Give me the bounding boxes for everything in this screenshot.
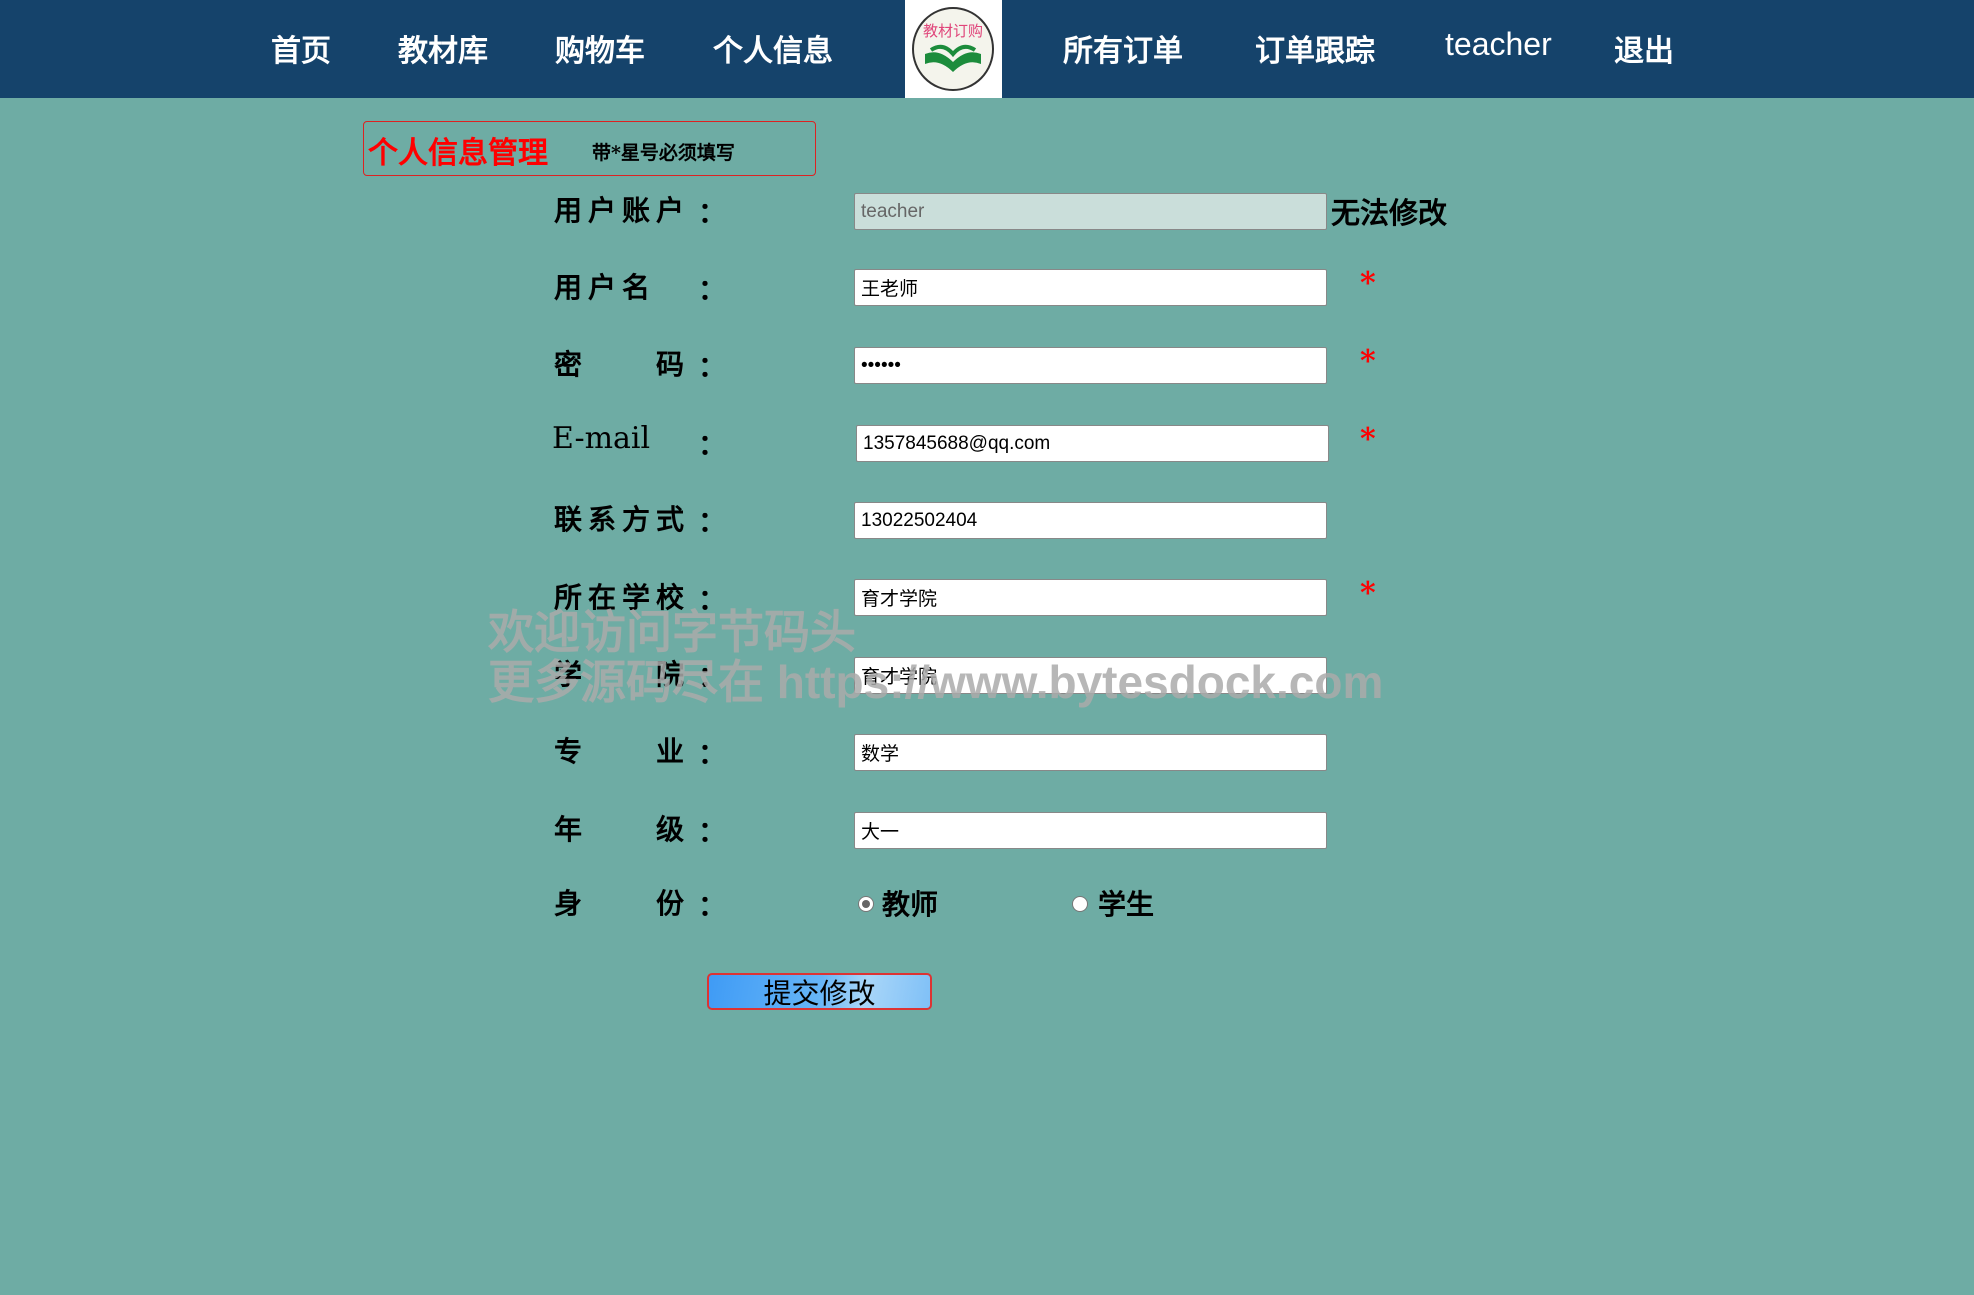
colon: ： [698, 884, 726, 924]
grade-input[interactable] [854, 812, 1327, 849]
book-logo-icon: 教材订购 [911, 6, 996, 92]
logo: 教材订购 [905, 0, 1002, 98]
readonly-note: 无法修改 [1331, 190, 1447, 232]
nav-username[interactable]: teacher [1445, 26, 1552, 63]
field-label: E-mail [552, 421, 650, 456]
college-input[interactable] [854, 657, 1327, 694]
username-input[interactable] [854, 269, 1327, 306]
field-label: 年 级 [554, 808, 690, 848]
submit-button[interactable]: 提交修改 [707, 973, 932, 1010]
colon: ： [698, 191, 726, 231]
required-hint: 带*星号必须填写 [592, 138, 735, 165]
required-mark: * [1360, 576, 1376, 611]
nav-logout[interactable]: 退出 [1614, 26, 1674, 70]
colon: ： [698, 500, 726, 540]
nav-textbook-library[interactable]: 教材库 [398, 26, 488, 70]
field-label: 所在学校 [554, 576, 690, 616]
nav-cart[interactable]: 购物车 [555, 26, 645, 70]
nav-order-tracking[interactable]: 订单跟踪 [1255, 26, 1375, 70]
colon: ： [698, 732, 726, 772]
account-input [854, 193, 1327, 230]
colon: ： [698, 268, 726, 308]
field-label: 身 份 [554, 882, 690, 922]
required-mark: * [1360, 422, 1376, 457]
field-label: 联系方式 [554, 498, 690, 538]
svg-text:教材订购: 教材订购 [923, 22, 983, 40]
phone-input[interactable] [854, 502, 1327, 539]
section-header: 个人信息管理 带*星号必须填写 [363, 121, 816, 176]
nav-home[interactable]: 首页 [271, 26, 331, 70]
major-input[interactable] [854, 734, 1327, 771]
identity-radio-teacher[interactable] [858, 896, 874, 912]
required-mark: * [1360, 344, 1376, 379]
identity-option-label[interactable]: 学生 [1098, 883, 1154, 923]
colon: ： [698, 345, 726, 385]
nav-all-orders[interactable]: 所有订单 [1063, 26, 1183, 70]
email-input[interactable] [856, 425, 1329, 462]
colon: ： [698, 423, 726, 463]
colon: ： [698, 810, 726, 850]
page-title: 个人信息管理 [368, 128, 548, 172]
identity-radio-student[interactable] [1072, 896, 1088, 912]
field-label: 密 码 [554, 343, 690, 383]
required-mark: * [1360, 266, 1376, 301]
top-nav: 首页 教材库 购物车 个人信息 教材订购 所有订单 订单跟踪 teacher 退… [0, 0, 1974, 98]
password-input[interactable] [854, 347, 1327, 384]
field-label: 学 院 [554, 653, 690, 693]
field-label: 专 业 [554, 730, 690, 770]
colon: ： [698, 655, 726, 695]
identity-option-label[interactable]: 教师 [882, 883, 938, 923]
field-label: 用户账户 [554, 189, 690, 229]
field-label: 用户名 [554, 266, 656, 306]
school-input[interactable] [854, 579, 1327, 616]
nav-profile[interactable]: 个人信息 [713, 26, 833, 70]
colon: ： [698, 578, 726, 618]
